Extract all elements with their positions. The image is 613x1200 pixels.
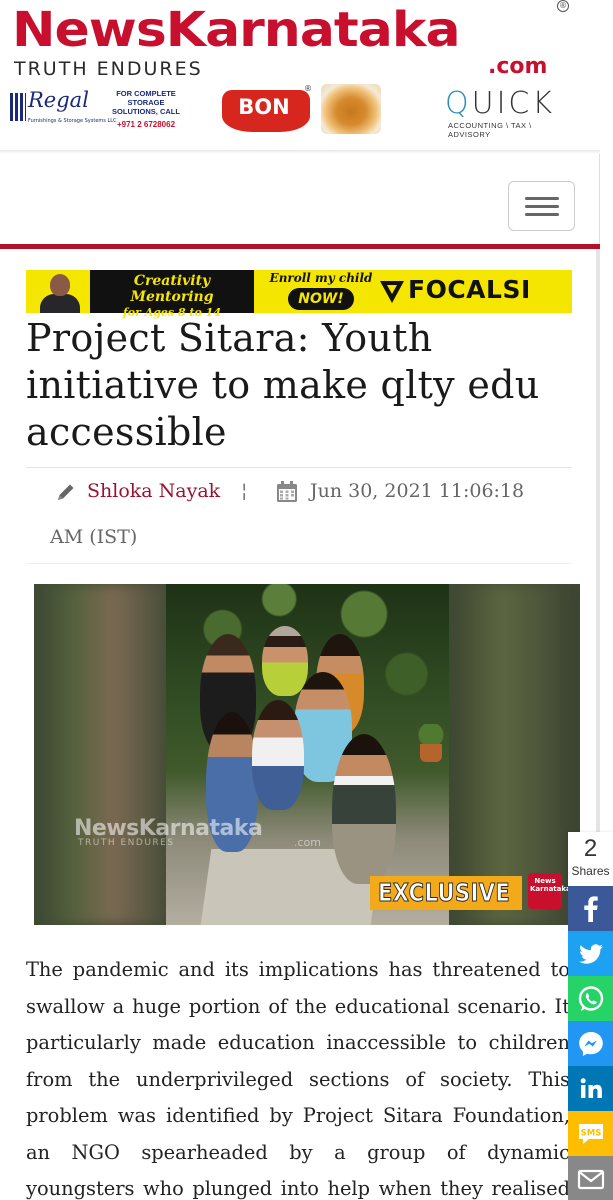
hamburger-menu-button[interactable]	[508, 181, 575, 231]
meta-divider-bottom	[26, 563, 572, 564]
ad-headline-box: Creativity Mentoring for Ages 8 to 14	[90, 270, 254, 319]
mentor-photo	[36, 272, 82, 313]
bon-registered-mark: ®	[304, 84, 312, 93]
navbar	[0, 154, 600, 246]
meta-separator: ¦	[241, 480, 248, 502]
logo-domain: .com	[488, 54, 548, 79]
author-link[interactable]: Shloka Nayak	[87, 480, 220, 502]
mentor-body	[40, 294, 80, 313]
messenger-icon	[578, 1031, 603, 1056]
bon-sponsor-ad[interactable]: BON	[222, 90, 310, 132]
ad-headline: Creativity Mentoring	[130, 273, 214, 305]
share-counter: 2 Shares	[568, 832, 613, 886]
quick-subtitle: ACCOUNTING \ TAX \ ADVISORY	[448, 121, 532, 139]
mentor-head	[50, 274, 70, 296]
email-share-button[interactable]	[568, 1156, 613, 1200]
person	[252, 700, 304, 810]
focalsi-logo-icon	[380, 281, 404, 303]
whatsapp-icon	[578, 985, 603, 1011]
badge-logo-text: News Karnataka	[530, 877, 571, 893]
body-line: particularly made education inaccessible…	[26, 1031, 570, 1054]
whatsapp-share-button[interactable]	[568, 976, 613, 1021]
facebook-icon	[583, 895, 598, 922]
ad-cta-text: Enroll my child	[269, 271, 373, 285]
pencil-icon	[58, 484, 74, 500]
quick-sponsor-ad[interactable]: QUICK ACCOUNTING \ TAX \ ADVISORY	[445, 86, 575, 140]
regal-offer: FOR COMPLETE STORAGE SOLUTIONS, CALL	[112, 89, 180, 116]
registered-mark: ®	[557, 0, 569, 12]
site-logo[interactable]: NewsKarnataka	[12, 2, 461, 59]
logo-tagline: TRUTH ENDURES	[14, 58, 203, 80]
menu-bar-icon	[525, 213, 559, 216]
regal-phone: +971 2 6728062	[116, 120, 176, 129]
photo-blur-left	[34, 584, 166, 925]
twitter-icon	[578, 943, 603, 964]
sms-icon-label: SMS	[580, 1128, 601, 1138]
share-count: 2	[583, 835, 598, 862]
body-line: an NGO spearheaded by a group of dynamic	[26, 1140, 570, 1164]
body-line: The pandemic and its implications has th…	[26, 958, 570, 981]
article-featured-image[interactable]: NewsKarnataka TRUTH ENDURES .com EXCLUSI…	[34, 584, 580, 925]
messenger-share-button[interactable]	[568, 1021, 613, 1066]
twitter-share-button[interactable]	[568, 931, 613, 976]
body-line: youngsters who plunged into help when th…	[26, 1177, 570, 1200]
facebook-share-button[interactable]	[568, 886, 613, 931]
article-title: Project Sitara: Youth initiative to make…	[26, 316, 540, 454]
photo-watermark-tagline: TRUTH ENDURES	[78, 838, 175, 848]
share-label: Shares	[571, 864, 610, 878]
focalsi-ad-banner[interactable]: Creativity Mentoring for Ages 8 to 14 En…	[26, 270, 572, 319]
ad-cta-button[interactable]: NOW!	[288, 288, 354, 310]
bon-logo: BON	[238, 95, 290, 119]
nav-accent-line	[0, 244, 600, 249]
publish-time-zone: AM (IST)	[50, 526, 138, 548]
person	[332, 734, 396, 884]
sms-share-button[interactable]: SMS	[568, 1111, 613, 1156]
linkedin-share-button[interactable]	[568, 1066, 613, 1111]
body-line: problem was identified by Project Sitara…	[26, 1104, 570, 1127]
calendar-icon	[277, 481, 297, 502]
exclusive-label: EXCLUSIVE	[378, 878, 511, 908]
group-photo	[166, 584, 449, 925]
linkedin-icon	[580, 1077, 602, 1098]
email-icon	[577, 1169, 604, 1189]
menu-bar-icon	[525, 205, 559, 208]
person	[262, 626, 308, 696]
photo-watermark-domain: .com	[294, 836, 321, 849]
plant-pot	[420, 744, 442, 762]
sms-icon: SMS	[578, 1123, 603, 1144]
meta-divider	[26, 467, 572, 468]
sponsor-strip: Regal Furnishings & Storage Systems LLC …	[0, 82, 613, 140]
exclusive-badge: EXCLUSIVE	[370, 876, 522, 910]
quick-logo: QUICK	[445, 86, 556, 121]
menu-bar-icon	[525, 197, 559, 200]
regal-subtitle: Furnishings & Storage Systems LLC	[28, 118, 117, 124]
article-body: The pandemic and its implications has th…	[26, 952, 570, 1200]
publish-date: Jun 30, 2021 11:06:18	[310, 480, 525, 502]
regal-sponsor-ad[interactable]: Regal Furnishings & Storage Systems LLC …	[10, 88, 180, 134]
badge-logo: News Karnataka	[528, 873, 571, 909]
body-line: swallow a huge portion of the educationa…	[26, 994, 570, 1018]
regal-logo-icon	[10, 93, 26, 121]
food-bowl-image	[321, 84, 381, 134]
site-header: NewsKarnataka TRUTH ENDURES .com ®	[0, 0, 613, 82]
body-line: from the underprivileged sections of soc…	[26, 1067, 570, 1091]
regal-name: Regal	[28, 88, 89, 112]
ad-brand: FOCALSI	[408, 275, 531, 304]
